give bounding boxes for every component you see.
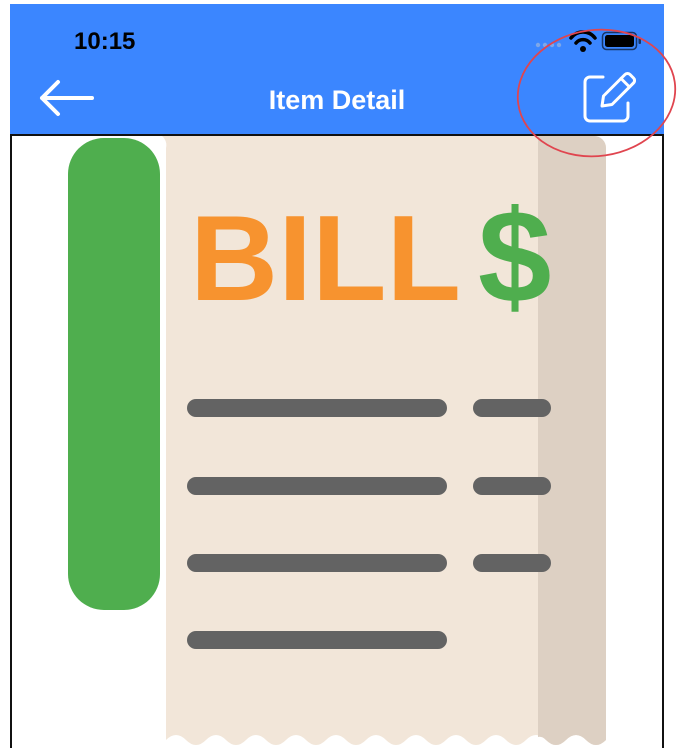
- status-time: 10:15: [74, 28, 136, 55]
- wifi-icon: [569, 30, 597, 52]
- bill-label: BILL: [190, 190, 461, 326]
- battery-icon: [601, 31, 641, 51]
- app-header: 10:15 Item Detail: [10, 4, 664, 134]
- edit-pencil-icon: [583, 71, 637, 123]
- dollar-icon: $: [478, 183, 551, 330]
- receipt-spine: [68, 138, 160, 610]
- page-title: Item Detail: [268, 85, 406, 115]
- bill-receipt-illustration: BILL $: [68, 136, 606, 745]
- status-icons: [535, 30, 641, 52]
- cellular-dots-icon: [535, 42, 562, 48]
- phone-screen: 10:15 Item Detail BILL $: [10, 4, 664, 748]
- item-detail-content: BILL $: [10, 134, 664, 748]
- edit-button[interactable]: [576, 66, 637, 126]
